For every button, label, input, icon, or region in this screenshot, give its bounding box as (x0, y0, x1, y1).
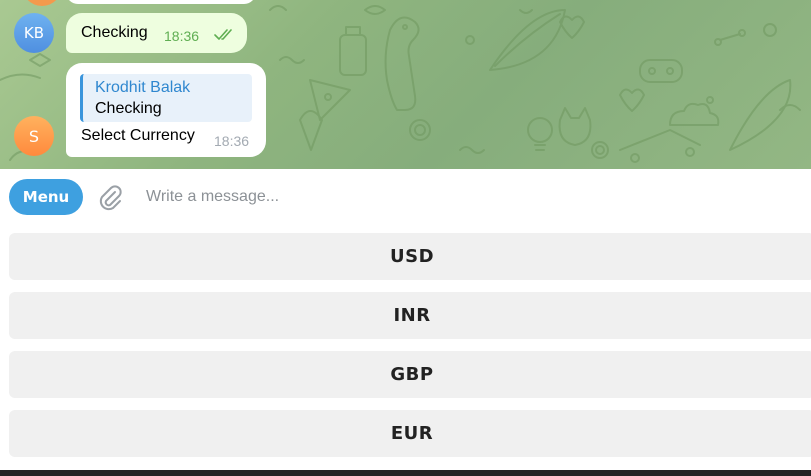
double-check-icon (214, 29, 232, 40)
menu-button[interactable]: Menu (9, 179, 83, 215)
chat-history: KB Checking 18:36 S Krodhit Balak Checki… (0, 0, 811, 169)
reply-quote[interactable]: Krodhit Balak Checking (80, 74, 252, 122)
message-text: Checking (81, 24, 148, 41)
reply-keyboard: USD INR GBP EUR (0, 225, 811, 470)
outgoing-message[interactable]: Checking 18:36 (66, 13, 247, 53)
currency-button-gbp[interactable]: GBP (9, 351, 811, 398)
currency-button-usd[interactable]: USD (9, 233, 811, 280)
message-time: 18:36 (164, 28, 200, 44)
message-input[interactable] (146, 183, 786, 211)
incoming-message[interactable]: Krodhit Balak Checking Select Currency 1… (66, 63, 266, 157)
avatar-initials: S (28, 126, 40, 146)
currency-button-eur[interactable]: EUR (9, 410, 811, 457)
message-bubble (66, 0, 256, 4)
currency-button-inr[interactable]: INR (9, 292, 811, 339)
message-text: Select Currency (81, 127, 195, 144)
paperclip-icon[interactable] (96, 184, 124, 212)
reply-text: Checking (95, 100, 162, 117)
avatar[interactable]: S (14, 116, 54, 156)
avatar[interactable]: KB (14, 13, 54, 53)
bottom-edge (0, 470, 811, 476)
avatar-initials: KB (23, 24, 45, 42)
message-time: 18:36 (214, 133, 250, 149)
message-composer: Menu (0, 169, 811, 225)
reply-author: Krodhit Balak (95, 79, 191, 96)
